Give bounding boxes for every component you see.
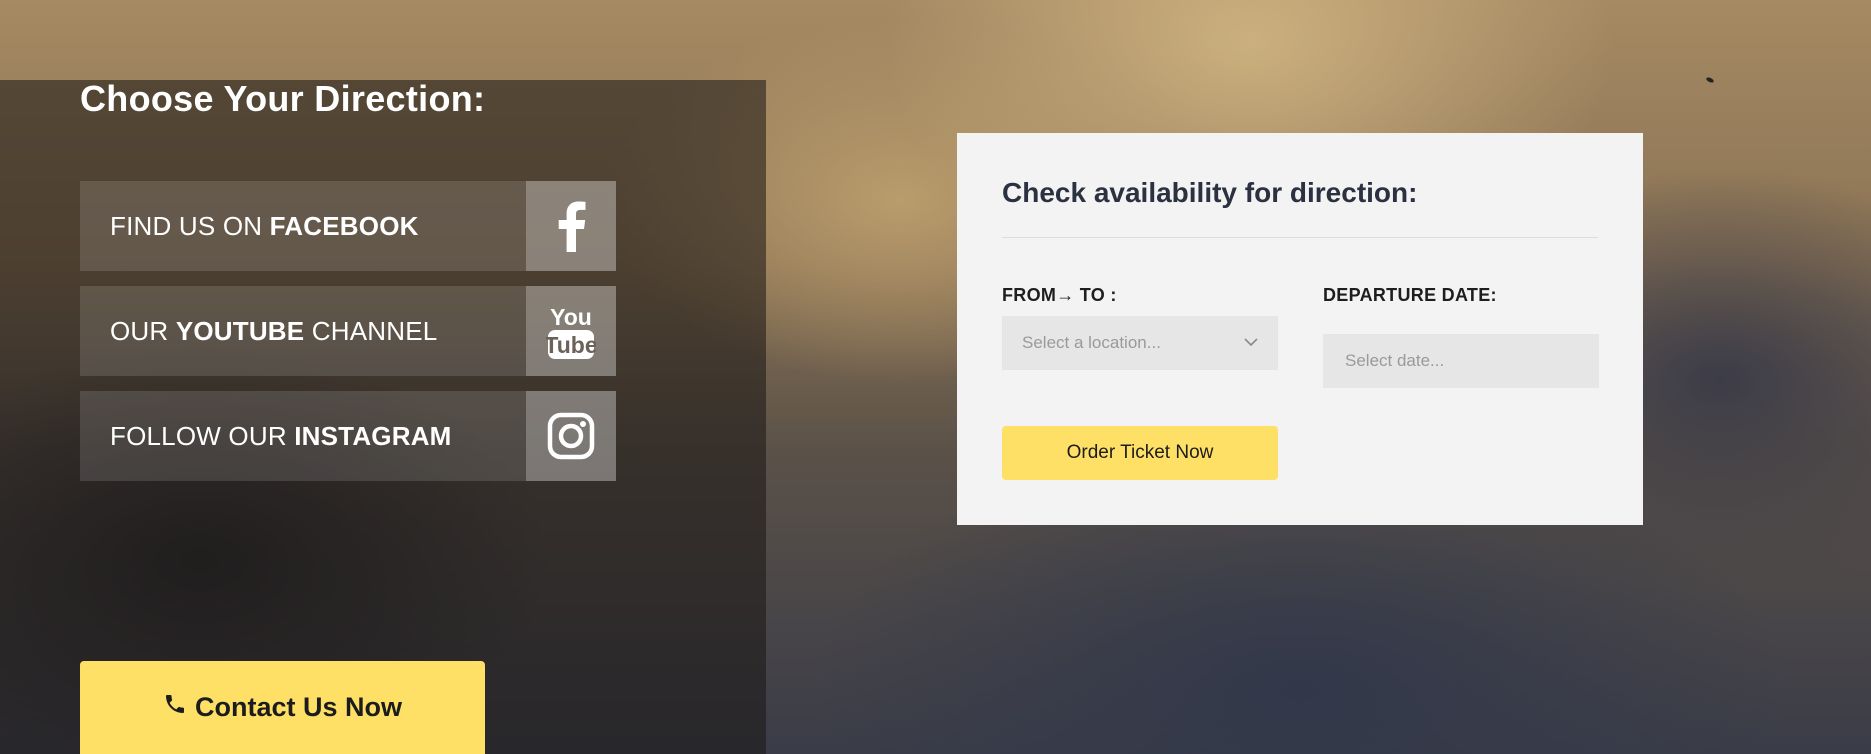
contact-us-label: Contact Us Now	[194, 692, 402, 722]
facebook-link[interactable]: FIND US ON FACEBOOK	[80, 181, 616, 271]
chevron-down-icon	[1244, 334, 1258, 352]
instagram-link[interactable]: FOLLOW OUR INSTAGRAM	[80, 391, 616, 481]
svg-text:Tube: Tube	[546, 332, 596, 358]
departure-date-input[interactable]	[1323, 334, 1599, 388]
background-bird	[1705, 76, 1715, 84]
instagram-link-label: FOLLOW OUR INSTAGRAM	[110, 420, 452, 451]
contact-us-button[interactable]: Contact Us Now	[80, 661, 485, 754]
location-select[interactable]: Select a location...	[1002, 316, 1278, 370]
departure-date-label: DEPARTURE DATE:	[1323, 285, 1497, 305]
card-divider	[1002, 237, 1598, 238]
facebook-icon	[526, 181, 616, 271]
availability-title: Check availability for direction:	[1002, 177, 1418, 208]
availability-card: Check availability for direction: FROM→ …	[957, 133, 1643, 525]
facebook-link-label: FIND US ON FACEBOOK	[110, 210, 419, 241]
phone-icon	[163, 692, 187, 723]
from-to-label: FROM→ TO :	[1002, 285, 1117, 305]
location-select-value: Select a location...	[1022, 333, 1161, 352]
order-ticket-button[interactable]: Order Ticket Now	[1002, 426, 1278, 480]
page-title: Choose Your Direction:	[80, 78, 486, 119]
youtube-link-label: OUR YOUTUBE CHANNEL	[110, 315, 438, 346]
youtube-icon: You Tube	[526, 286, 616, 376]
svg-text:You: You	[550, 304, 592, 330]
instagram-icon	[526, 391, 616, 481]
youtube-link[interactable]: OUR YOUTUBE CHANNEL You Tube	[80, 286, 616, 376]
